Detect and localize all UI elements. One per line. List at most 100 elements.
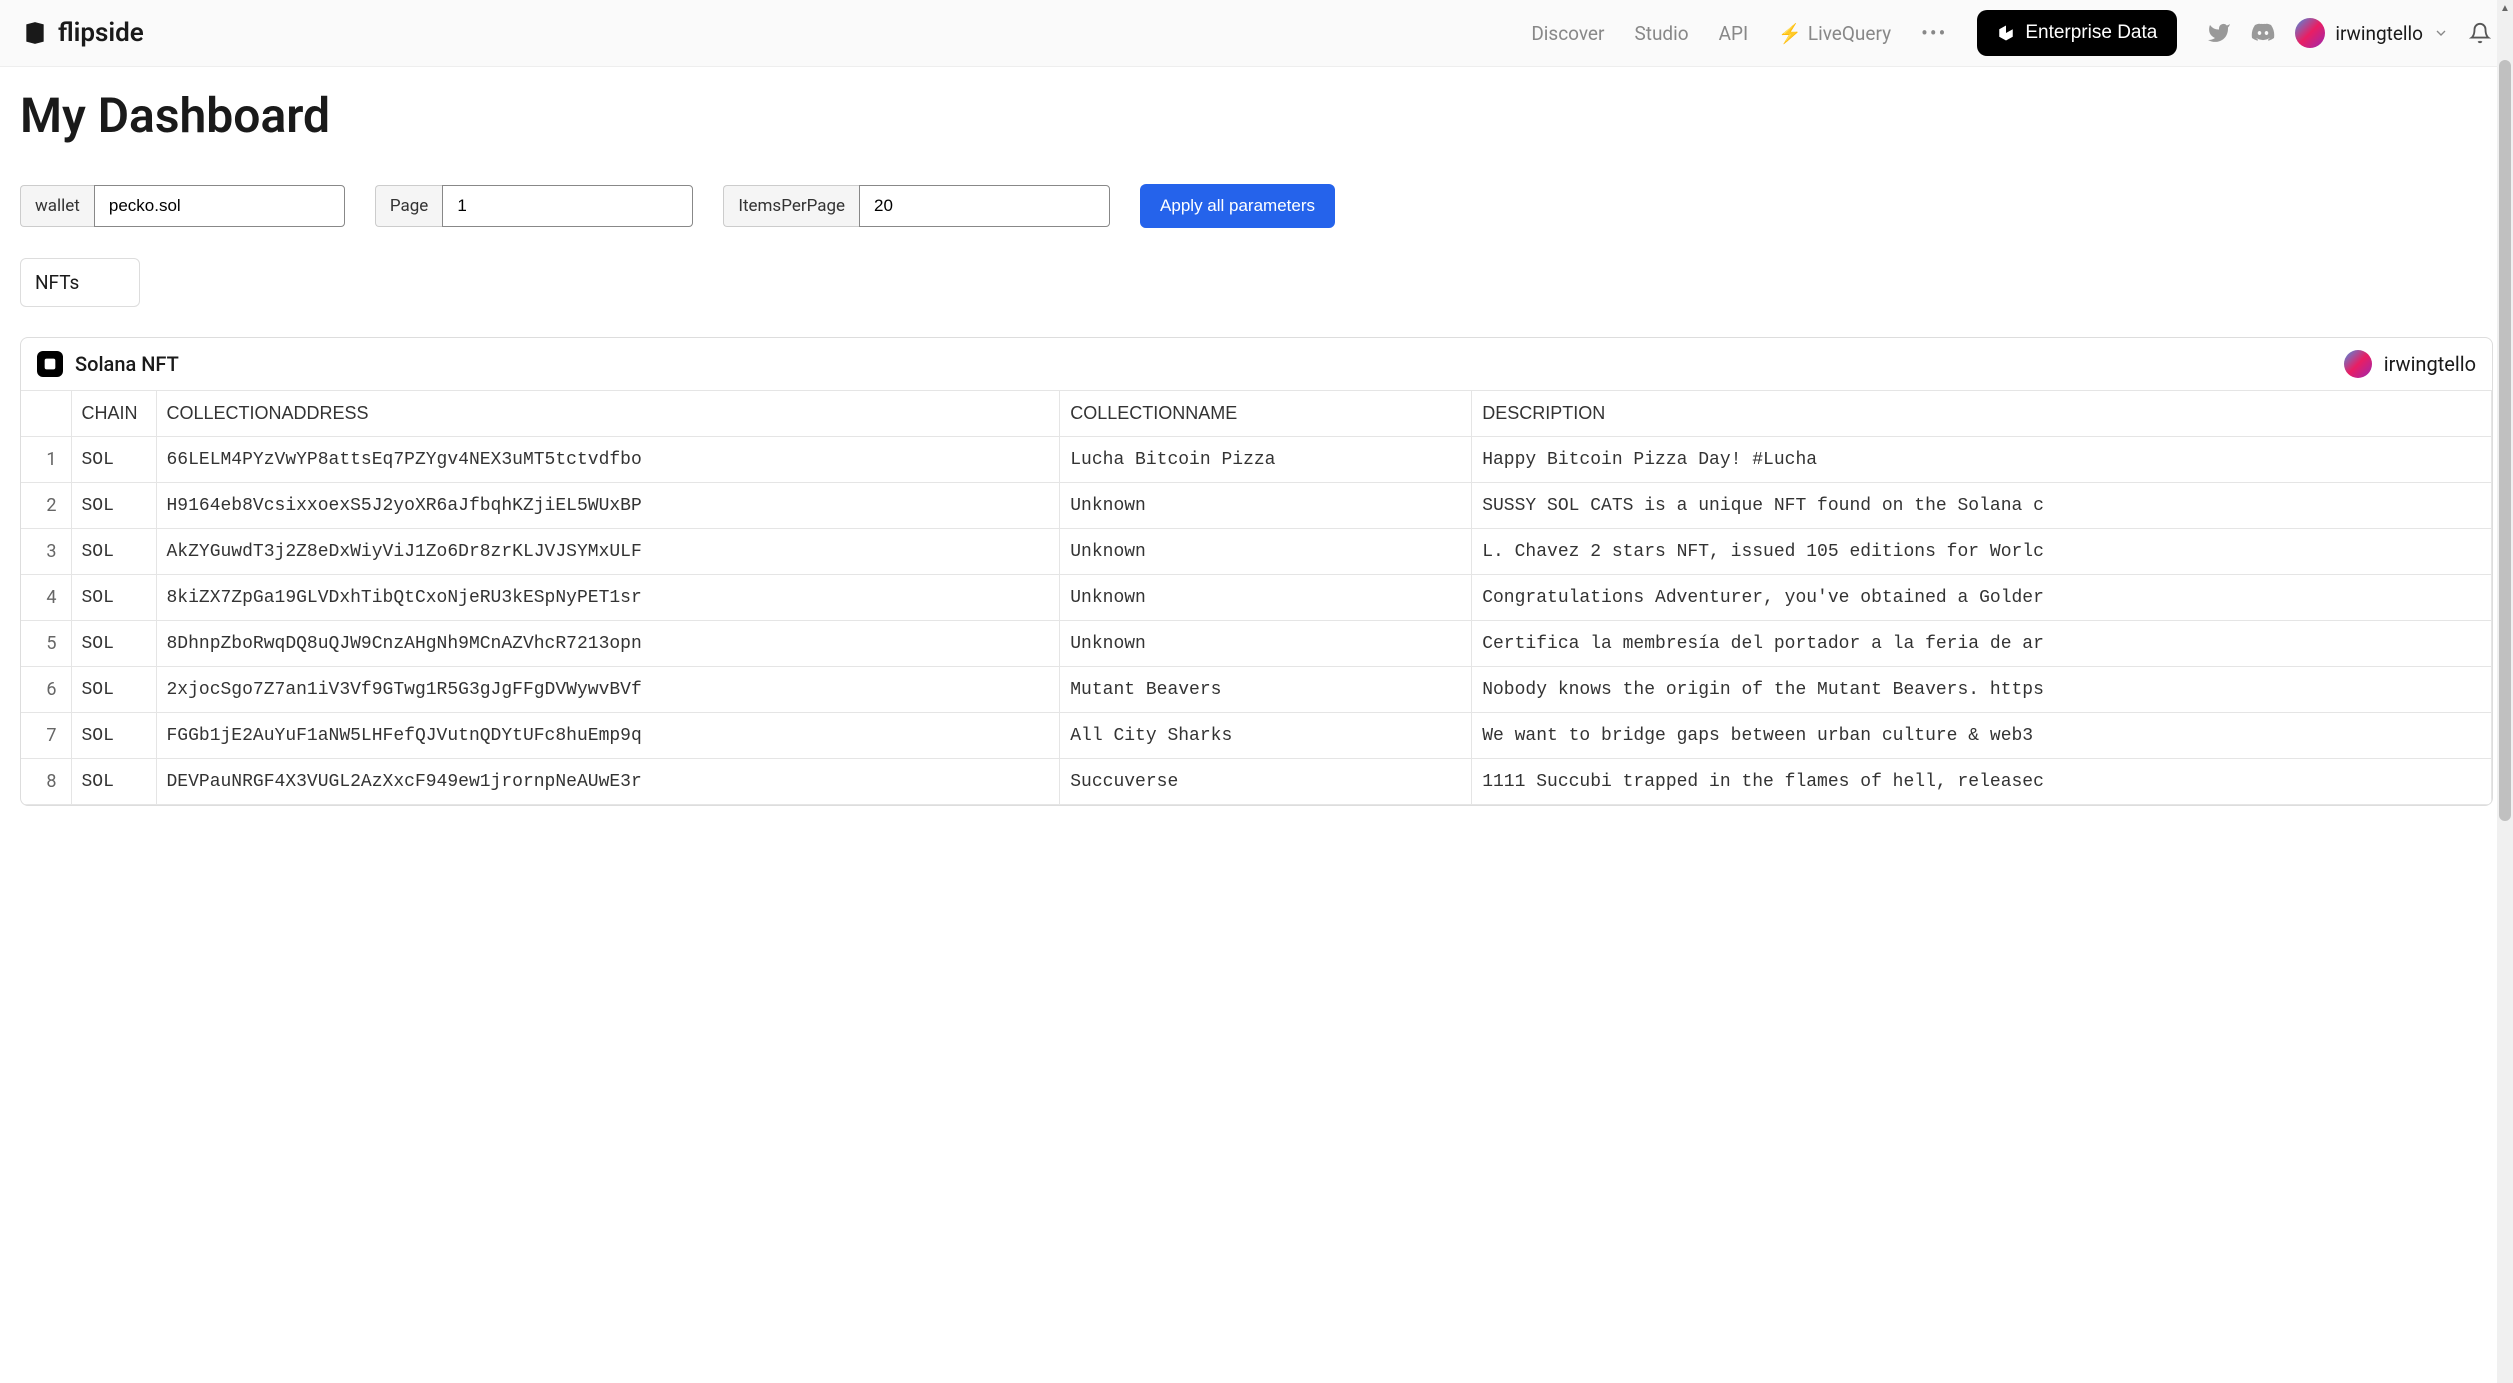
author-name: irwingtello: [2384, 352, 2476, 376]
username: irwingtello: [2335, 22, 2423, 45]
cell-description: We want to bridge gaps between urban cul…: [1472, 713, 2492, 759]
cell-collection-address: AkZYGuwdT3j2Z8eDxWiyViJ1Zo6Dr8zrKLJVJSYM…: [156, 529, 1060, 575]
cell-description: Certifica la membresía del portador a la…: [1472, 621, 2492, 667]
cell-description: SUSSY SOL CATS is a unique NFT found on …: [1472, 483, 2492, 529]
scrollbar-up-icon[interactable]: ▲: [2497, 0, 2513, 16]
cell-collection-address: 8kiZX7ZpGa19GLVDxhTibQtCxoNjeRU3kESpNyPE…: [156, 575, 1060, 621]
cell-collection-address: 8DhnpZboRwqDQ8uQJW9CnzAHgNh9MCnAZVhcR721…: [156, 621, 1060, 667]
discord-icon[interactable]: [2251, 21, 2275, 45]
cell-description: Nobody knows the origin of the Mutant Be…: [1472, 667, 2492, 713]
cell-collection-address: 66LELM4PYzVwYP8attsEq7PZYgv4NEX3uMT5tctv…: [156, 437, 1060, 483]
cell-index: 2: [21, 483, 71, 529]
apply-parameters-button[interactable]: Apply all parameters: [1140, 184, 1335, 228]
bell-icon[interactable]: [2469, 22, 2491, 44]
cell-chain: SOL: [71, 483, 156, 529]
cell-collection-name: Unknown: [1060, 483, 1472, 529]
more-icon[interactable]: •••: [1921, 21, 1947, 45]
cell-collection-address: H9164eb8VcsixxoexS5J2yoXR6aJfbqhKZjiEL5W…: [156, 483, 1060, 529]
col-collection-name[interactable]: COLLECTIONNAME: [1060, 391, 1472, 437]
cell-description: Happy Bitcoin Pizza Day! #Lucha: [1472, 437, 2492, 483]
page-label: Page: [375, 185, 442, 227]
tab-nfts[interactable]: NFTs: [20, 258, 140, 307]
cell-collection-name: Unknown: [1060, 621, 1472, 667]
tabs-row: NFTs: [20, 258, 2493, 307]
page-content: My Dashboard wallet Page ItemsPerPage Ap…: [0, 67, 2513, 826]
table-row[interactable]: 3SOLAkZYGuwdT3j2Z8eDxWiyViJ1Zo6Dr8zrKLJV…: [21, 529, 2492, 575]
table-row[interactable]: 4SOL8kiZX7ZpGa19GLVDxhTibQtCxoNjeRU3kESp…: [21, 575, 2492, 621]
scrollbar-track[interactable]: ▲: [2497, 0, 2513, 1383]
cell-chain: SOL: [71, 529, 156, 575]
cell-chain: SOL: [71, 759, 156, 805]
enterprise-data-button[interactable]: Enterprise Data: [1977, 10, 2177, 56]
cell-description: 1111 Succubi trapped in the flames of he…: [1472, 759, 2492, 805]
items-per-page-label: ItemsPerPage: [723, 185, 859, 227]
nav-discover[interactable]: Discover: [1531, 22, 1604, 45]
col-collection-address[interactable]: COLLECTIONADDRESS: [156, 391, 1060, 437]
enterprise-label: Enterprise Data: [2025, 22, 2157, 44]
panel-header: Solana NFT irwingtello: [21, 338, 2492, 390]
cell-index: 6: [21, 667, 71, 713]
nav-api[interactable]: API: [1719, 22, 1749, 45]
cell-chain: SOL: [71, 713, 156, 759]
cell-index: 3: [21, 529, 71, 575]
panel-icon: [37, 351, 63, 377]
chevron-down-icon: [2433, 25, 2449, 41]
param-items-per-page: ItemsPerPage: [723, 185, 1110, 227]
cell-collection-name: All City Sharks: [1060, 713, 1472, 759]
cell-index: 5: [21, 621, 71, 667]
table-row[interactable]: 8SOLDEVPauNRGF4X3VUGL2AzXxcF949ew1jrornp…: [21, 759, 2492, 805]
cube-icon: [1997, 24, 2015, 42]
cell-index: 1: [21, 437, 71, 483]
cell-index: 7: [21, 713, 71, 759]
nav-studio[interactable]: Studio: [1634, 22, 1688, 45]
user-menu[interactable]: irwingtello: [2295, 18, 2449, 48]
table-wrap: CHAIN COLLECTIONADDRESS COLLECTIONNAME D…: [21, 390, 2492, 805]
wallet-label: wallet: [20, 185, 94, 227]
livequery-label: LiveQuery: [1808, 22, 1891, 45]
header-right: irwingtello: [2207, 18, 2491, 48]
cell-chain: SOL: [71, 437, 156, 483]
nft-table: CHAIN COLLECTIONADDRESS COLLECTIONNAME D…: [21, 390, 2492, 805]
table-row[interactable]: 1SOL66LELM4PYzVwYP8attsEq7PZYgv4NEX3uMT5…: [21, 437, 2492, 483]
table-row[interactable]: 2SOLH9164eb8VcsixxoexS5J2yoXR6aJfbqhKZji…: [21, 483, 2492, 529]
param-page: Page: [375, 185, 693, 227]
items-per-page-input[interactable]: [859, 185, 1110, 227]
brand-name: flipside: [58, 18, 144, 48]
cell-collection-name: Mutant Beavers: [1060, 667, 1472, 713]
col-description[interactable]: DESCRIPTION: [1472, 391, 2492, 437]
cell-collection-name: Lucha Bitcoin Pizza: [1060, 437, 1472, 483]
panel-author[interactable]: irwingtello: [2344, 350, 2476, 378]
avatar: [2295, 18, 2325, 48]
twitter-icon[interactable]: [2207, 21, 2231, 45]
table-row[interactable]: 5SOL8DhnpZboRwqDQ8uQJW9CnzAHgNh9MCnAZVhc…: [21, 621, 2492, 667]
page-input[interactable]: [442, 185, 693, 227]
panel-title: Solana NFT: [37, 351, 179, 377]
wallet-input[interactable]: [94, 185, 345, 227]
bolt-icon: ⚡: [1778, 22, 1802, 45]
params-row: wallet Page ItemsPerPage Apply all param…: [20, 184, 2493, 228]
cell-chain: SOL: [71, 667, 156, 713]
cell-index: 8: [21, 759, 71, 805]
panel-title-text: Solana NFT: [75, 352, 179, 376]
cell-description: L. Chavez 2 stars NFT, issued 105 editio…: [1472, 529, 2492, 575]
table-row[interactable]: 7SOLFGGb1jE2AuYuF1aNW5LHFefQJVutnQDYtUFc…: [21, 713, 2492, 759]
logo[interactable]: flipside: [22, 18, 144, 48]
cell-collection-address: DEVPauNRGF4X3VUGL2AzXxcF949ew1jrornpNeAU…: [156, 759, 1060, 805]
nav-livequery[interactable]: ⚡ LiveQuery: [1778, 22, 1891, 45]
page-title: My Dashboard: [20, 87, 2493, 144]
scrollbar-thumb[interactable]: [2499, 60, 2511, 821]
cell-description: Congratulations Adventurer, you've obtai…: [1472, 575, 2492, 621]
header: flipside Discover Studio API ⚡ LiveQuery…: [0, 0, 2513, 67]
author-avatar: [2344, 350, 2372, 378]
cell-collection-address: FGGb1jE2AuYuF1aNW5LHFefQJVutnQDYtUFc8huE…: [156, 713, 1060, 759]
cell-collection-address: 2xjocSgo7Z7an1iV3Vf9GTwg1R5G3gJgFFgDVWyw…: [156, 667, 1060, 713]
col-chain[interactable]: CHAIN: [71, 391, 156, 437]
flipside-logo-icon: [22, 20, 48, 46]
param-wallet: wallet: [20, 185, 345, 227]
col-index[interactable]: [21, 391, 71, 437]
panel-solana-nft: Solana NFT irwingtello CHAIN COLLECTIONA…: [20, 337, 2493, 806]
table-row[interactable]: 6SOL2xjocSgo7Z7an1iV3Vf9GTwg1R5G3gJgFFgD…: [21, 667, 2492, 713]
cell-chain: SOL: [71, 575, 156, 621]
cell-chain: SOL: [71, 621, 156, 667]
cell-collection-name: Unknown: [1060, 575, 1472, 621]
